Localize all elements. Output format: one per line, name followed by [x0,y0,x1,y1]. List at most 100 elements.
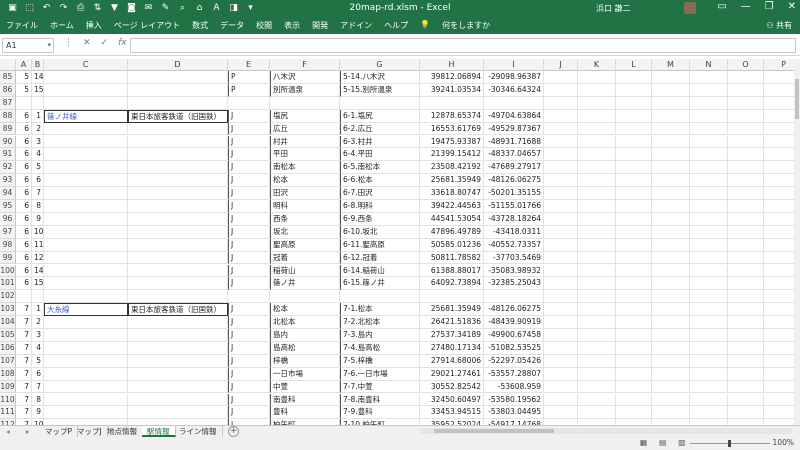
cell-b[interactable]: 1 [32,109,44,123]
cell-empty[interactable] [764,394,794,407]
cell-empty[interactable] [652,122,690,136]
cell-a[interactable]: 6 [16,200,32,213]
cell-e[interactable]: J [228,135,270,149]
cell-empty[interactable] [652,109,690,123]
row-header[interactable]: 97 [0,225,16,239]
cell-d[interactable] [128,161,228,175]
cell-f[interactable]: 一日市場 [270,367,340,381]
row-header[interactable]: 109 [0,380,16,394]
cell-empty[interactable] [544,238,578,252]
cell-empty[interactable] [764,71,794,84]
cell-g[interactable]: 6-7.田沢 [340,187,420,200]
cell-empty[interactable] [578,174,616,188]
cell-h[interactable]: 39422.44563 [420,200,484,213]
cell-empty[interactable] [652,96,690,110]
cell-b[interactable]: 14 [32,71,44,84]
cell-empty[interactable] [544,71,578,84]
cell-empty[interactable] [616,406,652,420]
cell-empty[interactable] [544,354,578,368]
cell-a[interactable] [16,290,32,304]
cell-e[interactable]: J [228,251,270,265]
row-header[interactable]: 89 [0,122,16,136]
column-header[interactable]: M [652,59,690,71]
cell-d[interactable] [128,135,228,149]
cell-a[interactable]: 6 [16,135,32,149]
cell-f[interactable]: 塩尻 [270,109,340,123]
customize-qat-icon[interactable]: ▾ [244,2,257,14]
cell-i[interactable]: -49900.67458 [484,329,544,342]
cell-empty[interactable] [728,329,764,342]
cell-empty[interactable] [728,238,764,252]
cell-empty[interactable] [652,187,690,200]
cell-empty[interactable] [544,251,578,265]
cell-empty[interactable] [616,238,652,252]
cell-d[interactable] [128,174,228,188]
horizontal-scrollbar[interactable] [420,428,792,434]
cell-d[interactable] [128,290,228,304]
sheet-tab[interactable]: 地点情報 [102,426,143,437]
cell-c[interactable] [44,329,128,342]
minimize-icon[interactable]: — [741,1,751,12]
cell-h[interactable]: 29021.27461 [420,367,484,381]
cell-b[interactable]: 9 [32,212,44,226]
cell-f[interactable] [270,290,340,304]
cell-e[interactable]: J [228,406,270,420]
cell-a[interactable]: 7 [16,367,32,381]
row-header[interactable]: 98 [0,238,16,252]
tab-insert[interactable]: 挿入 [86,20,102,31]
cell-b[interactable]: 6 [32,174,44,188]
cell-g[interactable]: 6-5.南松本 [340,161,420,175]
cell-a[interactable]: 6 [16,212,32,226]
cell-empty[interactable] [544,122,578,136]
cell-a[interactable]: 6 [16,174,32,188]
cell-c[interactable]: 大糸線 [44,303,128,317]
cell-f[interactable]: 梓橋 [270,354,340,368]
cell-empty[interactable] [544,380,578,394]
cell-empty[interactable] [578,238,616,252]
cell-h[interactable]: 19475.93387 [420,135,484,149]
cell-empty[interactable] [616,290,652,304]
cell-e[interactable]: J [228,264,270,278]
row-header[interactable]: 92 [0,161,16,175]
cell-empty[interactable] [764,187,794,200]
tab-data[interactable]: データ [220,20,244,31]
cell-d[interactable] [128,71,228,84]
cell-empty[interactable] [578,96,616,110]
cell-h[interactable]: 61388.88017 [420,264,484,278]
cell-a[interactable]: 6 [16,161,32,175]
cell-empty[interactable] [616,380,652,394]
cell-empty[interactable] [728,148,764,162]
row-header[interactable]: 95 [0,200,16,213]
cell-i[interactable]: -51155.01766 [484,200,544,213]
cell-empty[interactable] [652,290,690,304]
cell-a[interactable]: 7 [16,341,32,355]
cell-b[interactable]: 8 [32,393,44,407]
column-header[interactable]: D [128,59,228,71]
cell-f[interactable]: 広丘 [270,122,340,136]
cell-empty[interactable] [616,316,652,329]
vertical-scrollbar[interactable] [794,59,800,425]
cell-i[interactable]: -48126.06275 [484,174,544,188]
cell-b[interactable]: 3 [32,135,44,149]
cell-empty[interactable] [652,212,690,226]
tab-developer[interactable]: 開発 [312,20,328,31]
cell-empty[interactable] [728,367,764,381]
cell-c[interactable] [44,71,128,84]
cell-c[interactable] [44,174,128,188]
cell-empty[interactable] [578,316,616,329]
cell-i[interactable]: -43728.18264 [484,212,544,226]
cell-d[interactable] [128,264,228,278]
cell-empty[interactable] [690,251,728,265]
cell-empty[interactable] [690,277,728,291]
cell-h[interactable]: 26421.51836 [420,316,484,329]
cell-a[interactable]: 7 [16,316,32,329]
cell-empty[interactable] [728,187,764,200]
cell-c[interactable] [44,393,128,407]
cell-empty[interactable] [578,200,616,213]
page-layout-view-icon[interactable]: ▤ [659,438,666,447]
cell-i[interactable]: -47689.27917 [484,161,544,175]
cell-b[interactable]: 3 [32,329,44,342]
cell-empty[interactable] [728,393,764,407]
cell-e[interactable] [228,290,270,304]
row-header[interactable]: 105 [0,329,16,342]
